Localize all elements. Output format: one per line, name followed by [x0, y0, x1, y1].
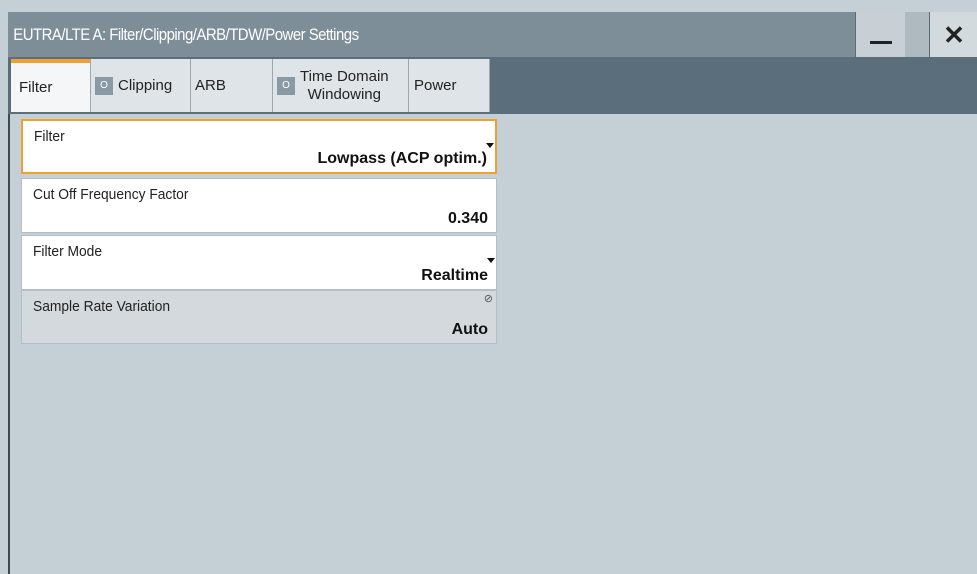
filter-mode-dropdown[interactable]: Filter Mode Realtime	[21, 235, 497, 290]
tab-filter-label: Filter	[19, 79, 53, 96]
filter-settings-panel: Filter Lowpass (ACP optim.) Cut Off Freq…	[8, 114, 977, 574]
disabled-icon: ⊘	[483, 293, 493, 305]
tab-clipping[interactable]: O Clipping	[91, 59, 191, 112]
tab-tdw-label-line1: Time Domain	[300, 67, 389, 85]
filter-value: Lowpass (ACP optim.)	[317, 150, 488, 167]
filter-mode-label: Filter Mode	[33, 243, 103, 260]
tab-filter[interactable]: Filter	[11, 59, 91, 112]
cutoff-label: Cut Off Frequency Factor	[33, 186, 189, 203]
tab-tdw-label: Time Domain Windowing	[300, 68, 389, 104]
tab-time-domain-windowing[interactable]: O Time Domain Windowing	[273, 59, 409, 112]
close-icon: ✕	[943, 19, 965, 50]
title-bar-spacer	[905, 12, 929, 57]
filter-label: Filter	[34, 128, 65, 145]
clipping-state-icon: O	[95, 76, 113, 95]
dropdown-arrow-icon	[487, 258, 495, 263]
tab-clipping-label: Clipping	[118, 77, 173, 94]
filter-mode-value: Realtime	[421, 267, 488, 284]
tab-arb-label: ARB	[195, 77, 226, 94]
tdw-state-icon: O	[277, 76, 295, 95]
tab-arb[interactable]: ARB	[191, 59, 273, 112]
sample-rate-variation-value: Auto	[451, 321, 488, 338]
cutoff-value: 0.340	[447, 210, 488, 227]
tab-power[interactable]: Power	[409, 59, 490, 112]
close-button[interactable]: ✕	[929, 12, 977, 57]
dialog-title: EUTRA/LTE A: Filter/Clipping/ARB/TDW/Pow…	[13, 24, 359, 44]
dropdown-arrow-icon	[486, 143, 494, 148]
tab-tdw-label-line2: Windowing	[307, 85, 381, 103]
minimize-button[interactable]	[855, 12, 906, 57]
cutoff-frequency-factor-field[interactable]: Cut Off Frequency Factor 0.340	[21, 178, 497, 233]
sample-rate-variation-label: Sample Rate Variation	[33, 298, 171, 315]
title-bar: EUTRA/LTE A: Filter/Clipping/ARB/TDW/Pow…	[8, 12, 977, 57]
sample-rate-variation-field: Sample Rate Variation ⊘ Auto	[21, 290, 497, 344]
filter-dropdown[interactable]: Filter Lowpass (ACP optim.)	[21, 119, 497, 174]
settings-dialog: EUTRA/LTE A: Filter/Clipping/ARB/TDW/Pow…	[0, 0, 977, 574]
minimize-icon	[870, 41, 892, 44]
tab-strip: Filter O Clipping ARB O Time Domain Wind…	[8, 57, 977, 114]
tab-power-label: Power	[414, 77, 457, 94]
